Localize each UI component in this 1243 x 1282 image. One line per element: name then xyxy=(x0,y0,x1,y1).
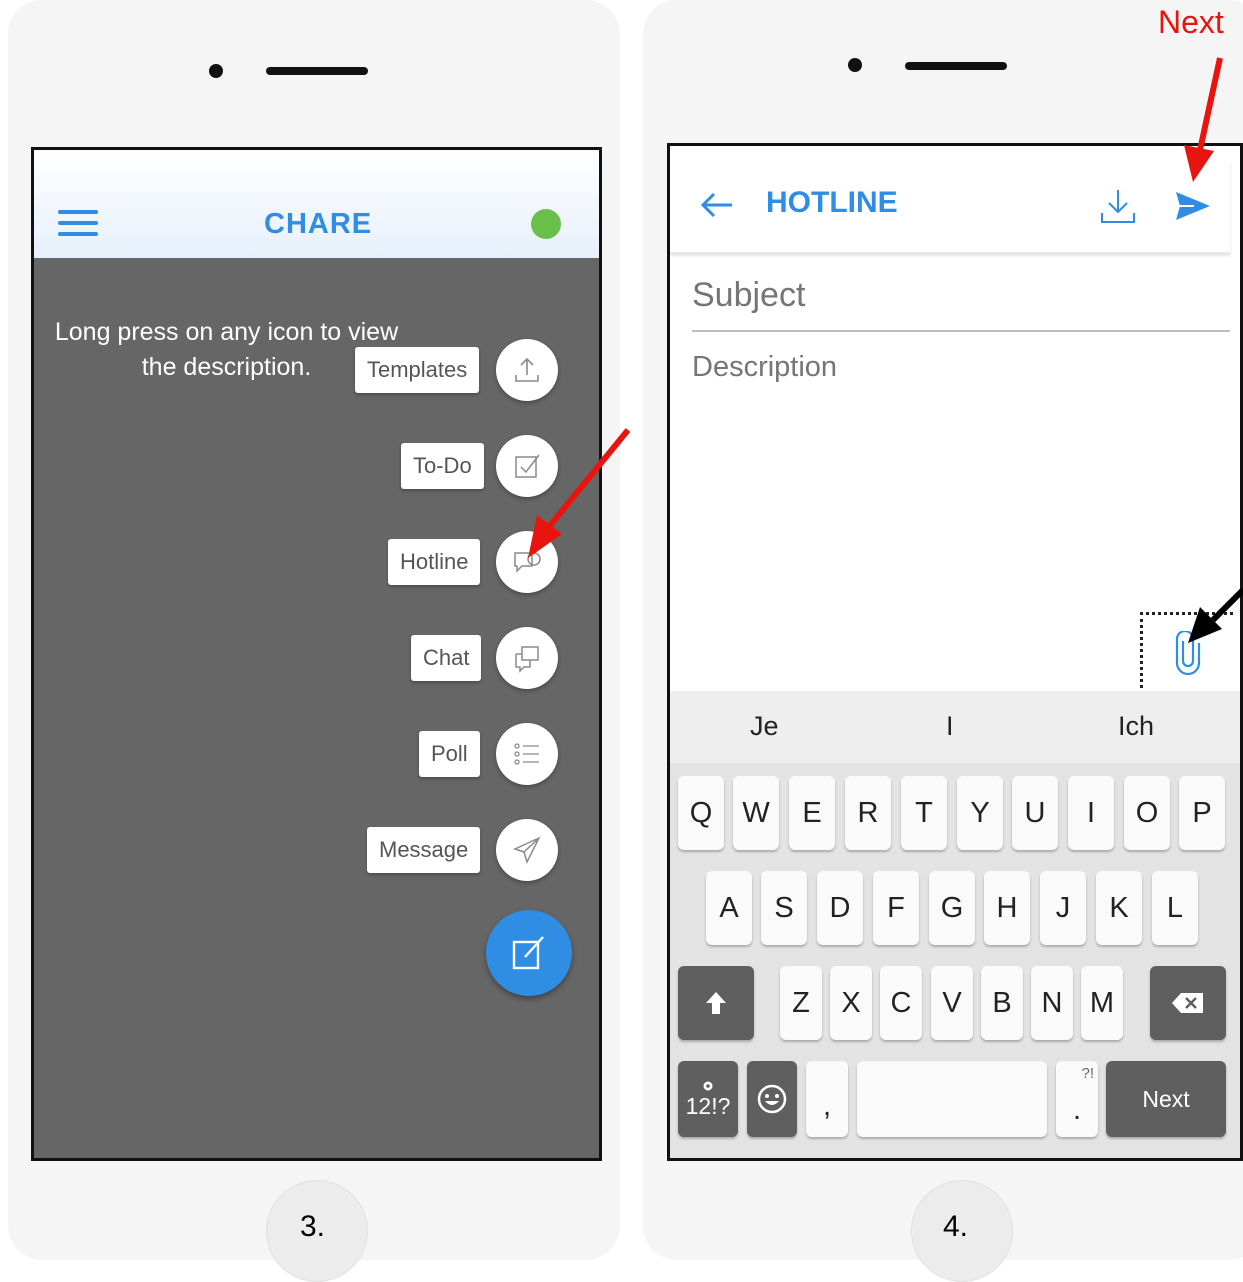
key-v[interactable]: V xyxy=(931,966,973,1040)
poll-button[interactable] xyxy=(496,723,558,785)
space-key[interactable] xyxy=(857,1061,1047,1137)
compose-icon xyxy=(512,936,544,970)
fab-label-poll[interactable]: Poll xyxy=(419,731,480,777)
settings-gear-icon xyxy=(703,1081,713,1090)
suggestion-item[interactable]: Ich xyxy=(1118,711,1154,742)
speaker-bar xyxy=(905,62,1007,70)
menu-icon[interactable] xyxy=(58,210,98,236)
key-y[interactable]: Y xyxy=(957,776,1003,850)
key-n[interactable]: N xyxy=(1031,966,1073,1040)
key-e[interactable]: E xyxy=(789,776,835,850)
left-screen: CHARE Long press on any icon to view the… xyxy=(31,147,602,1161)
emoji-icon xyxy=(757,1084,787,1114)
emoji-key[interactable] xyxy=(747,1061,797,1137)
shift-key[interactable] xyxy=(678,966,754,1040)
period-key[interactable]: ?! . xyxy=(1056,1061,1098,1137)
camera-dot xyxy=(848,58,862,72)
shift-arrow-icon xyxy=(706,992,726,1014)
app-bar: CHARE xyxy=(34,150,599,258)
key-w[interactable]: W xyxy=(733,776,779,850)
key-l[interactable]: L xyxy=(1152,871,1198,945)
key-o[interactable]: O xyxy=(1124,776,1170,850)
fab-label-hotline[interactable]: Hotline xyxy=(388,539,481,585)
right-screen: HOTLINE Subject Description Je I Ich Q W… xyxy=(667,143,1243,1161)
app-title: CHARE xyxy=(264,208,373,240)
checkbox-icon xyxy=(515,454,540,478)
key-b[interactable]: B xyxy=(981,966,1023,1040)
next-annotation-label: Next xyxy=(1158,4,1224,40)
key-d[interactable]: D xyxy=(817,871,863,945)
attachment-highlight xyxy=(1140,612,1233,694)
period-alt-label: ?! xyxy=(1081,1065,1094,1082)
compose-fab-button[interactable] xyxy=(486,910,572,996)
key-i[interactable]: I xyxy=(1068,776,1114,850)
key-m[interactable]: M xyxy=(1081,966,1123,1040)
camera-dot xyxy=(209,64,223,78)
paperclip-icon[interactable] xyxy=(1173,631,1203,675)
key-g[interactable]: G xyxy=(929,871,975,945)
symbols-key-label: 12!? xyxy=(685,1092,731,1119)
fab-label-templates[interactable]: Templates xyxy=(355,347,480,393)
fab-label-todo[interactable]: To-Do xyxy=(401,443,484,489)
key-k[interactable]: K xyxy=(1096,871,1142,945)
subject-input[interactable]: Subject xyxy=(692,276,1230,332)
description-input[interactable]: Description xyxy=(692,351,837,384)
suggestion-item[interactable]: Je xyxy=(750,711,779,742)
send-icon[interactable] xyxy=(1174,190,1212,222)
backspace-icon xyxy=(1172,993,1203,1013)
key-r[interactable]: R xyxy=(845,776,891,850)
hint-text: Long press on any icon to view the descr… xyxy=(54,318,399,381)
period-label: . xyxy=(1072,1094,1082,1126)
todo-button[interactable] xyxy=(496,435,558,497)
key-t[interactable]: T xyxy=(901,776,947,850)
key-p[interactable]: P xyxy=(1179,776,1225,850)
back-arrow-icon[interactable] xyxy=(700,190,734,220)
key-q[interactable]: Q xyxy=(678,776,724,850)
step-number: 4. xyxy=(943,1210,969,1243)
suggestion-bar: Je I Ich xyxy=(670,691,1240,763)
chat-button[interactable] xyxy=(496,627,558,689)
chat-bubble-icon xyxy=(514,552,541,573)
key-h[interactable]: H xyxy=(984,871,1030,945)
key-x[interactable]: X xyxy=(830,966,872,1040)
list-icon xyxy=(514,743,539,765)
online-status-icon xyxy=(531,209,561,239)
soft-keyboard: Je I Ich Q W E R T Y U I O P A S D F G H… xyxy=(670,691,1240,1158)
key-s[interactable]: S xyxy=(761,871,807,945)
key-j[interactable]: J xyxy=(1040,871,1086,945)
message-button[interactable] xyxy=(496,819,558,881)
hotline-button[interactable] xyxy=(496,531,558,593)
key-u[interactable]: U xyxy=(1012,776,1058,850)
upload-icon xyxy=(515,357,539,382)
paper-plane-icon xyxy=(512,836,541,865)
backspace-key[interactable] xyxy=(1150,966,1226,1040)
suggestion-item[interactable]: I xyxy=(946,711,954,742)
next-key[interactable]: Next xyxy=(1106,1061,1226,1137)
fab-label-chat[interactable]: Chat xyxy=(411,635,482,681)
screen-title: HOTLINE xyxy=(766,186,898,219)
fab-label-message[interactable]: Message xyxy=(367,827,481,873)
key-a[interactable]: A xyxy=(706,871,752,945)
copy-chat-icon xyxy=(515,646,539,673)
key-z[interactable]: Z xyxy=(780,966,822,1040)
speaker-bar xyxy=(266,67,368,75)
symbols-key[interactable]: 12!? xyxy=(678,1061,738,1137)
key-f[interactable]: F xyxy=(873,871,919,945)
hotline-app-bar: HOTLINE xyxy=(670,160,1230,254)
key-c[interactable]: C xyxy=(880,966,922,1040)
step-number: 3. xyxy=(300,1210,326,1243)
comma-key[interactable]: , xyxy=(806,1061,848,1137)
download-icon[interactable] xyxy=(1098,186,1138,226)
templates-button[interactable] xyxy=(496,339,558,401)
